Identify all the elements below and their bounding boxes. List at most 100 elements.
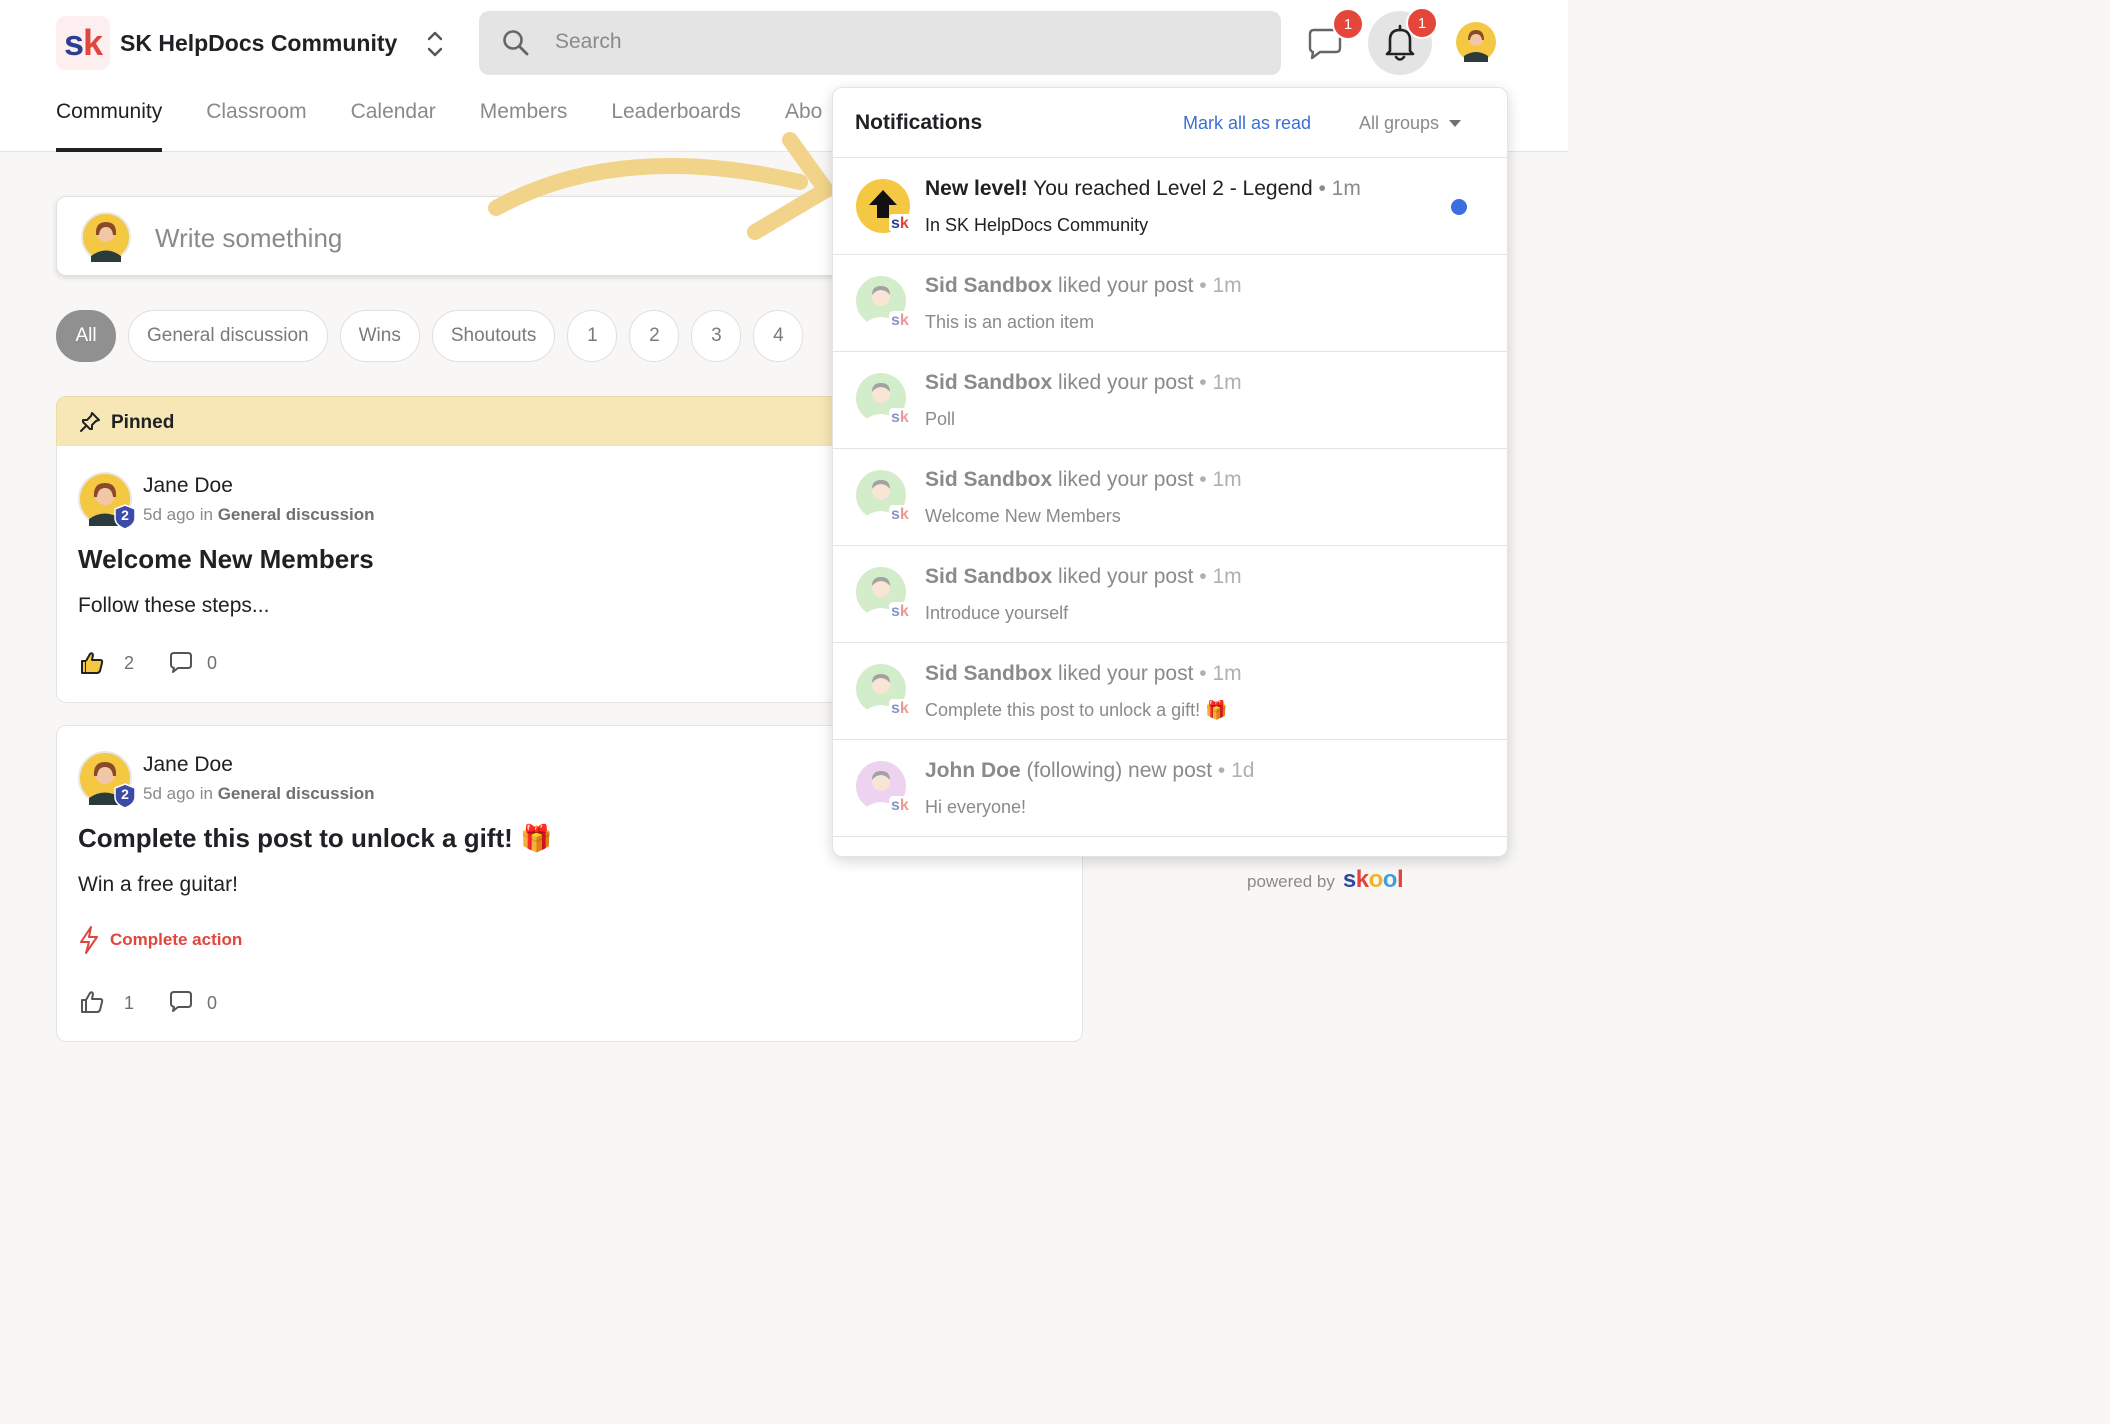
notifications-button[interactable]: 1 [1368,7,1438,75]
logo-letter-s: s [63,22,84,63]
comment-icon[interactable] [168,650,194,676]
notification-text: Sid Sandbox liked your post • 1m [925,274,1242,297]
notification-text: Sid Sandbox liked your post • 1m [925,565,1242,588]
filter-wins[interactable]: Wins [339,310,420,362]
level-number: 2 [121,786,129,802]
pin-icon [80,412,100,432]
search-input[interactable]: Search [479,11,1281,75]
svg-text:sk: sk [891,215,909,232]
post-title[interactable]: Welcome New Members [78,544,374,575]
avatar: sk [856,276,911,329]
filter-page-3[interactable]: 3 [691,310,742,362]
notification-item[interactable]: sk New level! You reached Level 2 - Lege… [833,158,1507,255]
level-number: 2 [121,507,129,523]
pinned-header: Pinned [56,396,856,446]
filter-page-1[interactable]: 1 [567,310,618,362]
post-time: 5d ago in [143,505,213,524]
comment-icon[interactable] [168,989,194,1015]
svg-text:sk: sk [891,797,909,814]
notifications-list: sk New level! You reached Level 2 - Lege… [833,158,1507,837]
search-icon [503,30,529,56]
notification-item[interactable]: sk Sid Sandbox liked your post • 1m Intr… [833,546,1507,643]
notification-subtext: Introduce yourself [925,603,1069,623]
group-logo[interactable]: sk [56,16,110,70]
notification-text: New level! You reached Level 2 - Legend … [925,177,1361,200]
tab-calendar[interactable]: Calendar [351,100,436,152]
notification-item[interactable]: sk Sid Sandbox liked your post • 1m Welc… [833,449,1507,546]
like-count: 1 [124,993,135,1013]
notification-text: Sid Sandbox liked your post • 1m [925,662,1242,685]
svg-text:sk: sk [891,312,909,329]
notifications-title: Notifications [855,111,983,134]
filter-shoutouts[interactable]: Shoutouts [431,310,556,362]
complete-action-button[interactable]: Complete action [78,926,242,954]
notifications-header: Notifications Mark all as read All group… [833,88,1507,158]
like-count: 2 [124,653,135,673]
notification-text: John Doe (following) new post • 1d [925,759,1255,782]
notification-subtext: Complete this post to unlock a gift! 🎁 [925,700,1228,720]
powered-by-label: powered by [1247,872,1335,891]
tab-community[interactable]: Community [56,100,163,152]
post-time: 5d ago in [143,784,213,803]
thumbs-up-icon[interactable] [79,650,105,676]
notification-subtext: In SK HelpDocs Community [925,215,1149,235]
avatar: sk [856,664,911,717]
filter-page-2[interactable]: 2 [629,310,680,362]
profile-avatar[interactable] [1456,22,1496,62]
complete-action-label: Complete action [110,930,243,949]
powered-by[interactable]: powered by skool [1247,866,1404,894]
post-category[interactable]: General discussion [218,784,375,803]
pinned-label: Pinned [111,412,175,433]
filter-general-discussion[interactable]: General discussion [128,310,328,362]
caret-down-icon [1449,120,1462,127]
notification-item[interactable]: sk Sid Sandbox liked your post • 1m This… [833,255,1507,352]
post-meta: 5d ago in General discussion [143,505,375,525]
groups-filter-label: All groups [1359,113,1440,133]
post-meta: 5d ago in General discussion [143,784,375,804]
notification-text: Sid Sandbox liked your post • 1m [925,371,1242,394]
avatar: sk [856,470,911,523]
lightning-icon [80,926,98,954]
tab-classroom[interactable]: Classroom [206,100,306,152]
notification-subtext: Hi everyone! [925,797,1027,817]
chat-badge: 1 [1332,8,1364,40]
thumbs-up-icon[interactable] [79,989,105,1015]
post-title[interactable]: Complete this post to unlock a gift! 🎁 [78,823,552,854]
composer-placeholder: Write something [155,223,343,253]
notification-text: Sid Sandbox liked your post • 1m [925,468,1242,491]
notification-item[interactable]: sk Sid Sandbox liked your post • 1m Comp… [833,643,1507,740]
logo-letter-k: k [83,22,103,63]
svg-text:sk: sk [891,603,909,620]
notification-subtext: Poll [925,409,956,429]
bell-badge: 1 [1406,7,1438,39]
comment-count: 0 [207,993,218,1013]
mark-all-read-link[interactable]: Mark all as read [1183,113,1311,134]
avatar [81,212,131,262]
notification-item[interactable]: sk John Doe (following) new post • 1d Hi… [833,740,1507,837]
avatar: sk [856,761,911,814]
post-author[interactable]: Jane Doe [143,474,233,498]
filter-page-4[interactable]: 4 [753,310,804,362]
svg-text:sk: sk [891,409,909,426]
chat-button[interactable]: 1 [1300,8,1364,68]
groups-filter-dropdown[interactable]: All groups [1359,113,1462,134]
group-name[interactable]: SK HelpDocs Community [120,30,397,57]
search-placeholder: Search [555,30,622,53]
filter-all[interactable]: All [56,310,116,362]
chevron-updown-icon[interactable] [424,26,446,62]
annotation-arrow [488,132,834,240]
notification-subtext: This is an action item [925,312,1095,332]
level-up-arrow-icon: sk [856,179,911,233]
notification-item[interactable]: sk Sid Sandbox liked your post • 1m Poll [833,352,1507,449]
notification-subtext: Welcome New Members [925,506,1121,526]
post-body: Win a free guitar! [78,873,238,896]
avatar: sk [856,567,911,620]
category-filters: All General discussion Wins Shoutouts 1 … [56,310,804,362]
post-category[interactable]: General discussion [218,505,375,524]
notifications-dropdown: Notifications Mark all as read All group… [832,87,1508,857]
comment-count: 0 [207,653,218,673]
svg-text:sk: sk [891,506,909,523]
unread-dot [1451,199,1467,215]
post-author[interactable]: Jane Doe [143,753,233,777]
svg-text:sk: sk [891,700,909,717]
